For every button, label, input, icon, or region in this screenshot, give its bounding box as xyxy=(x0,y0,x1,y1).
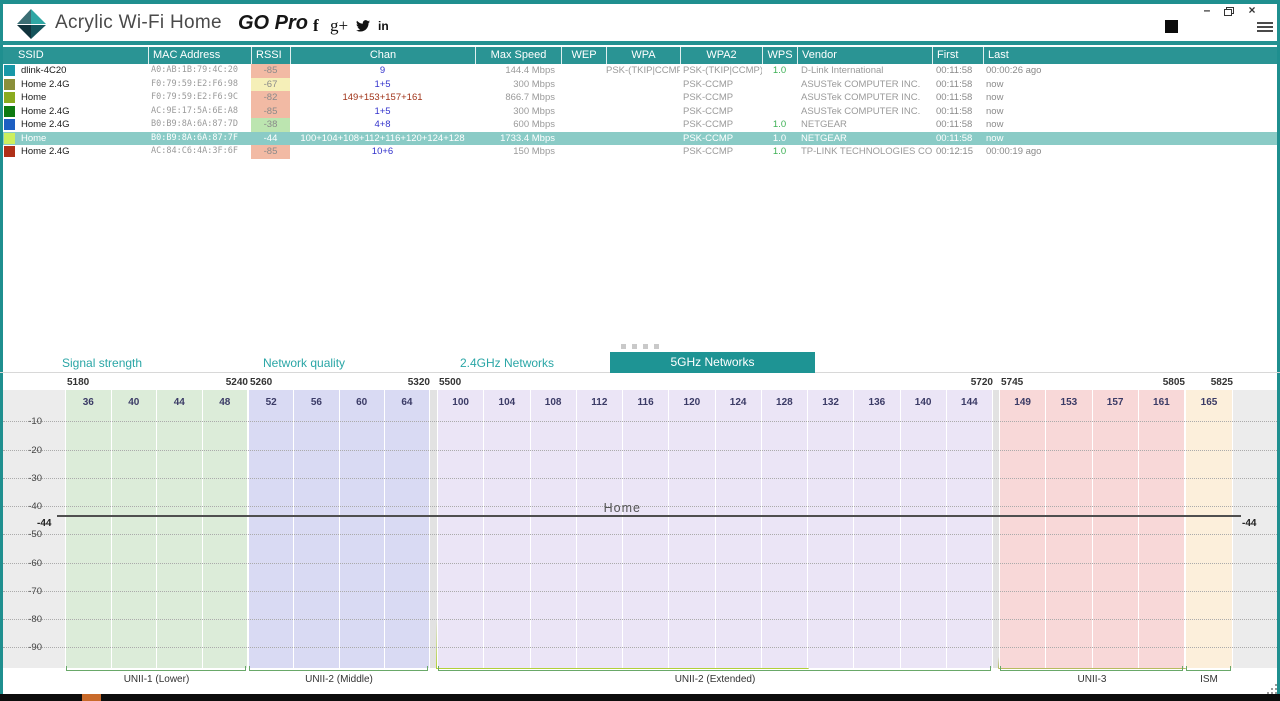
channel-label: 136 xyxy=(854,397,899,408)
channel-label: 144 xyxy=(947,397,992,408)
resize-grip[interactable] xyxy=(1267,684,1269,686)
channel-cell-44: 44 xyxy=(157,390,203,668)
channel-cell-108: 108 xyxy=(531,390,577,668)
band-unii-2-extended: 100104108112116120124128132136140144 xyxy=(437,390,993,668)
channel-cell-132: 132 xyxy=(808,390,854,668)
channel-label: 116 xyxy=(623,397,668,408)
y-axis-tick-label: -20 xyxy=(16,445,42,456)
channel-cell-64: 64 xyxy=(385,390,430,668)
taskbar-accent xyxy=(82,694,101,701)
channel-label: 64 xyxy=(385,397,429,408)
band-bracket-label: UNII-2 (Extended) xyxy=(437,674,993,685)
channel-label: 161 xyxy=(1139,397,1184,408)
freq-label: 5720 xyxy=(951,377,993,388)
channel-cell-157: 157 xyxy=(1093,390,1139,668)
channel-label: 104 xyxy=(484,397,529,408)
freq-label: 5260 xyxy=(250,377,272,388)
y-axis-tick-label: -10 xyxy=(16,416,42,427)
channel-label: 112 xyxy=(577,397,622,408)
gridline xyxy=(3,478,1277,479)
channel-cell-104: 104 xyxy=(484,390,530,668)
y-axis-tick-label: -70 xyxy=(16,586,42,597)
channel-cell-128: 128 xyxy=(762,390,808,668)
channel-label: 52 xyxy=(249,397,293,408)
channel-cell-36: 36 xyxy=(66,390,112,668)
channel-label: 100 xyxy=(438,397,483,408)
channel-label: 48 xyxy=(203,397,248,408)
gridline xyxy=(3,450,1277,451)
threshold-label-left: -44 xyxy=(37,518,51,529)
band-unii-1-lower: 36404448 xyxy=(65,390,248,668)
gridline xyxy=(3,619,1277,620)
band-unii-2-middle: 52566064 xyxy=(248,390,430,668)
taskbar-strip xyxy=(0,694,1280,701)
band-bracket xyxy=(249,666,428,671)
channel-label: 56 xyxy=(294,397,338,408)
gridline xyxy=(3,534,1277,535)
band-bracket xyxy=(66,666,246,671)
channel-label: 108 xyxy=(531,397,576,408)
band-bracket-label: UNII-2 (Middle) xyxy=(248,674,430,685)
band-bracket-label: ISM xyxy=(1185,674,1233,685)
y-axis-tick-label: -90 xyxy=(16,642,42,653)
y-axis-tick-label: -60 xyxy=(16,558,42,569)
channel-cell-153: 153 xyxy=(1046,390,1092,668)
gridline xyxy=(3,647,1277,648)
channel-cell-124: 124 xyxy=(716,390,762,668)
band-bracket xyxy=(438,666,991,671)
gridline xyxy=(3,591,1277,592)
channel-label: 165 xyxy=(1186,397,1232,408)
channel-cell-120: 120 xyxy=(669,390,715,668)
channel-cell-48: 48 xyxy=(203,390,249,668)
channel-cell-149: 149 xyxy=(1000,390,1046,668)
freq-label: 5825 xyxy=(1191,377,1233,388)
channel-cell-140: 140 xyxy=(901,390,947,668)
channel-cell-112: 112 xyxy=(577,390,623,668)
rssi-threshold-line xyxy=(57,515,1241,517)
freq-label: 5805 xyxy=(1143,377,1185,388)
freq-label: 5500 xyxy=(439,377,461,388)
channel-label: 40 xyxy=(112,397,157,408)
band-bracket-label: UNII-1 (Lower) xyxy=(65,674,248,685)
band-bracket xyxy=(1186,666,1231,671)
freq-label: 5180 xyxy=(67,377,89,388)
series-label: Home xyxy=(582,501,662,515)
channel-label: 157 xyxy=(1093,397,1138,408)
channel-cell-100: 100 xyxy=(438,390,484,668)
channel-cell-136: 136 xyxy=(854,390,900,668)
channel-label: 140 xyxy=(901,397,946,408)
channel-cell-165: 165 xyxy=(1186,390,1233,668)
y-axis-tick-label: -40 xyxy=(16,501,42,512)
band-bracket xyxy=(1000,666,1183,671)
channel-cell-40: 40 xyxy=(112,390,158,668)
channel-label: 120 xyxy=(669,397,714,408)
band-unii-3: 149153157161 xyxy=(999,390,1185,668)
channel-label: 128 xyxy=(762,397,807,408)
band-bracket-label: UNII-3 xyxy=(999,674,1185,685)
channel-label: 149 xyxy=(1000,397,1045,408)
freq-label: 5320 xyxy=(388,377,430,388)
y-axis-tick-label: -50 xyxy=(16,529,42,540)
channel-label: 132 xyxy=(808,397,853,408)
channel-cell-144: 144 xyxy=(947,390,993,668)
channel-cell-56: 56 xyxy=(294,390,339,668)
channel-label: 153 xyxy=(1046,397,1091,408)
channel-label: 124 xyxy=(716,397,761,408)
channel-label: 44 xyxy=(157,397,202,408)
gridline xyxy=(3,421,1277,422)
y-axis-tick-label: -30 xyxy=(16,473,42,484)
channel-cell-161: 161 xyxy=(1139,390,1185,668)
y-axis-tick-label: -80 xyxy=(16,614,42,625)
spectrum-chart-5ghz: 3640444851805240UNII-1 (Lower)5256606452… xyxy=(0,0,1280,701)
gridline xyxy=(3,563,1277,564)
freq-label: 5745 xyxy=(1001,377,1023,388)
channel-cell-60: 60 xyxy=(340,390,385,668)
channel-label: 36 xyxy=(66,397,111,408)
threshold-label-right: -44 xyxy=(1242,518,1256,529)
channel-cell-116: 116 xyxy=(623,390,669,668)
band-ism: 165 xyxy=(1185,390,1233,668)
channel-cell-52: 52 xyxy=(249,390,294,668)
channel-label: 60 xyxy=(340,397,384,408)
freq-label: 5240 xyxy=(206,377,248,388)
